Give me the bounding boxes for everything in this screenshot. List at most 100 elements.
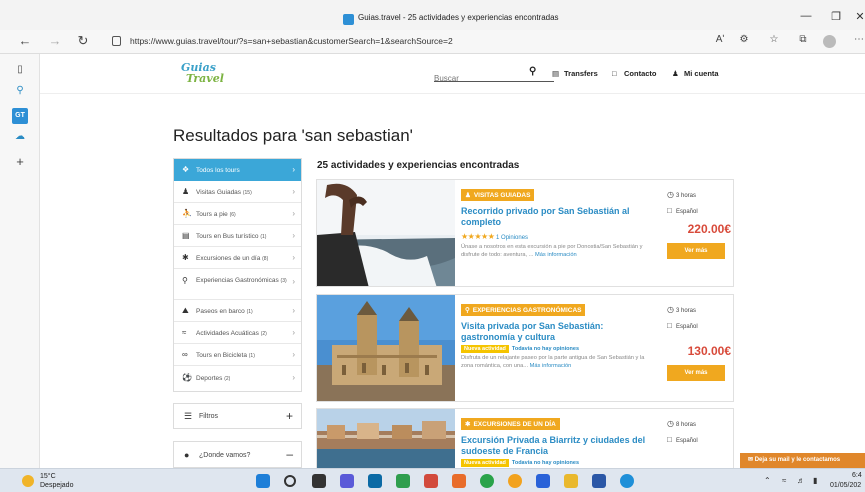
add-icon[interactable]: +: [12, 154, 28, 170]
close-icon[interactable]: ✕: [850, 10, 865, 23]
food-icon: ⚲: [465, 307, 470, 314]
clock-time[interactable]: 6:4: [852, 472, 862, 479]
excel-icon[interactable]: [396, 474, 410, 488]
chrome-canary-icon[interactable]: [508, 474, 522, 488]
category-item-todos[interactable]: ❖ Todos los tours ›: [174, 159, 301, 181]
speech-bubble-icon: □: [667, 321, 672, 330]
category-label: Actividades Acuáticas (2): [196, 330, 267, 337]
edge-icon[interactable]: [620, 474, 634, 488]
where-field[interactable]: ● ¿Donde vamos? –: [173, 441, 302, 468]
category-item-paseos-barco[interactable]: ⛰ Paseos en barco (1) ›: [174, 300, 301, 322]
cloud-icon[interactable]: ☁: [12, 131, 28, 147]
plus-icon[interactable]: +: [286, 409, 293, 423]
start-icon[interactable]: [256, 474, 270, 488]
tour-tags: Nueva actividad Todavía no hay opiniones: [461, 345, 655, 353]
tag-icon: ❖: [182, 165, 190, 174]
profile-avatar[interactable]: [823, 35, 836, 48]
category-badge: ✱ Excursiones de un día: [461, 418, 560, 430]
results-count: 25 actividades y experiencias encontrada…: [317, 160, 520, 171]
category-item-deportes[interactable]: ⚽ Deportes (2) ›: [174, 366, 301, 391]
tour-description: Únase a nosotros en esta excursión a pie…: [461, 244, 643, 258]
weather-description[interactable]: Despejado: [40, 482, 73, 489]
chevron-up-icon[interactable]: ⌃: [764, 476, 771, 485]
weather-moon-icon[interactable]: [22, 475, 34, 487]
category-item-bicicleta[interactable]: ∞ Tours en Bicicleta (1) ›: [174, 344, 301, 366]
tab-actions-icon[interactable]: ▯: [12, 64, 28, 80]
location-pin-icon: ●: [184, 450, 190, 460]
search-button-icon[interactable]: ⚲: [529, 66, 536, 77]
tour-info: ✱ Excursiones de un día Excursión Privada…: [461, 413, 655, 467]
window-title: Guias.travel - 25 actividades y experien…: [358, 13, 559, 22]
category-item-gastronomicas[interactable]: ⚲ Experiencias Gastronómicas (3) ›: [174, 269, 301, 300]
mi-cuenta-label: Mi cuenta: [684, 69, 719, 78]
ver-mas-button[interactable]: Ver más: [667, 243, 725, 259]
url-field[interactable]: https://www.guias.travel/tour/?s=san+seb…: [104, 32, 744, 51]
app-blue-icon[interactable]: [536, 474, 550, 488]
duration: ◷ 3 horas: [667, 190, 697, 199]
word-icon[interactable]: [592, 474, 606, 488]
category-item-bus-turistico[interactable]: ▤ Tours en Bus turístico (1) ›: [174, 225, 301, 247]
rating[interactable]: ★★★★★ 1 Opiniones: [461, 232, 655, 241]
restore-icon[interactable]: ❐: [826, 10, 846, 23]
category-item-visitas-guiadas[interactable]: ♟ Visitas Guiadas (15) ›: [174, 181, 301, 203]
gt-tab-icon[interactable]: GT: [12, 108, 28, 124]
speech-bubble-icon: □: [667, 435, 672, 444]
back-icon[interactable]: ←: [16, 33, 34, 48]
ver-mas-button[interactable]: Ver más: [667, 365, 725, 381]
tour-title-link[interactable]: Visita privada por San Sebastián: gastro…: [461, 321, 655, 343]
site-logo[interactable]: Guias Travel: [181, 62, 224, 84]
search-icon[interactable]: ⚲: [12, 85, 28, 101]
tour-image[interactable]: [317, 180, 455, 286]
category-panel: ❖ Todos los tours › ♟ Visitas Guiadas (1…: [173, 158, 302, 392]
bicycle-icon: ∞: [182, 350, 188, 359]
mi-cuenta-link[interactable]: ♟ Mi cuenta: [672, 69, 719, 78]
site-header: Guias Travel ⚲ ▤ Transfers □ Contacto ♟ Mi …: [40, 54, 865, 94]
collections-icon[interactable]: ⧉: [795, 34, 811, 45]
tour-image[interactable]: [317, 409, 455, 468]
tour-title-link[interactable]: Recorrido privado por San Sebastián al c…: [461, 206, 655, 228]
chrome-icon[interactable]: [480, 474, 494, 488]
app-red-icon[interactable]: [424, 474, 438, 488]
tour-card[interactable]: ⚲ Experiencias gastronómicas Visita priva…: [316, 294, 734, 402]
tour-card[interactable]: ✱ Excursiones de un día Excursión Privada…: [316, 408, 734, 468]
network-icon[interactable]: ≈: [782, 476, 786, 485]
refresh-icon[interactable]: ↻: [74, 33, 92, 49]
new-activity-badge: Nueva actividad: [461, 459, 509, 467]
store-icon[interactable]: [368, 474, 382, 488]
forward-icon[interactable]: →: [46, 33, 64, 48]
teams-icon[interactable]: [340, 474, 354, 488]
contact-tab[interactable]: ✉ Deja su mail y le contactamos: [740, 453, 865, 468]
speech-bubble-icon: □: [667, 206, 672, 215]
task-view-icon[interactable]: [312, 474, 326, 488]
minus-icon[interactable]: –: [286, 447, 293, 461]
url-text[interactable]: https://www.guias.travel/tour/?s=san+seb…: [130, 36, 453, 46]
tour-info: ♟ Visitas guiadas Recorrido privado por S…: [461, 184, 655, 259]
category-item-excursiones[interactable]: ✱ Excursiones de un día (8) ›: [174, 247, 301, 269]
more-icon[interactable]: ⋯: [851, 34, 865, 45]
tour-card[interactable]: ♟ Visitas guiadas Recorrido privado por S…: [316, 179, 734, 287]
extensions-icon[interactable]: ⚙: [736, 34, 752, 45]
tour-title-link[interactable]: Excursión Privada a Biarritz y ciudades …: [461, 435, 655, 457]
search-icon[interactable]: [284, 475, 296, 487]
volume-icon[interactable]: ♬: [797, 476, 805, 485]
tour-image[interactable]: [317, 295, 455, 401]
tour-price: 130.00€: [687, 344, 731, 358]
filters-toggle[interactable]: ☰ Filtros +: [173, 403, 302, 429]
battery-icon[interactable]: ▮: [813, 476, 817, 485]
category-item-tours-a-pie[interactable]: ⛹ Tours a pie (6) ›: [174, 203, 301, 225]
category-item-acuaticas[interactable]: ≈ Actividades Acuáticas (2) ›: [174, 322, 301, 344]
no-reviews-text: Todavía no hay opiniones: [511, 460, 580, 466]
lock-icon[interactable]: [112, 36, 121, 46]
favorites-icon[interactable]: ☆: [766, 34, 782, 45]
more-info-link[interactable]: Más información: [530, 363, 572, 369]
contacto-link[interactable]: □ Contacto: [612, 69, 657, 78]
read-aloud-icon[interactable]: Aʹ: [712, 34, 728, 45]
address-bar: ← → ↻ https://www.guias.travel/tour/?s=s…: [0, 30, 865, 54]
weather-temperature[interactable]: 15°C: [40, 473, 56, 480]
file-explorer-icon[interactable]: [564, 474, 578, 488]
minimize-icon[interactable]: —: [796, 10, 816, 22]
app-orange-icon[interactable]: [452, 474, 466, 488]
more-info-link[interactable]: Más información: [535, 252, 577, 258]
transfers-link[interactable]: ▤ Transfers: [552, 69, 598, 78]
clock-date[interactable]: 01/05/202: [830, 482, 861, 489]
